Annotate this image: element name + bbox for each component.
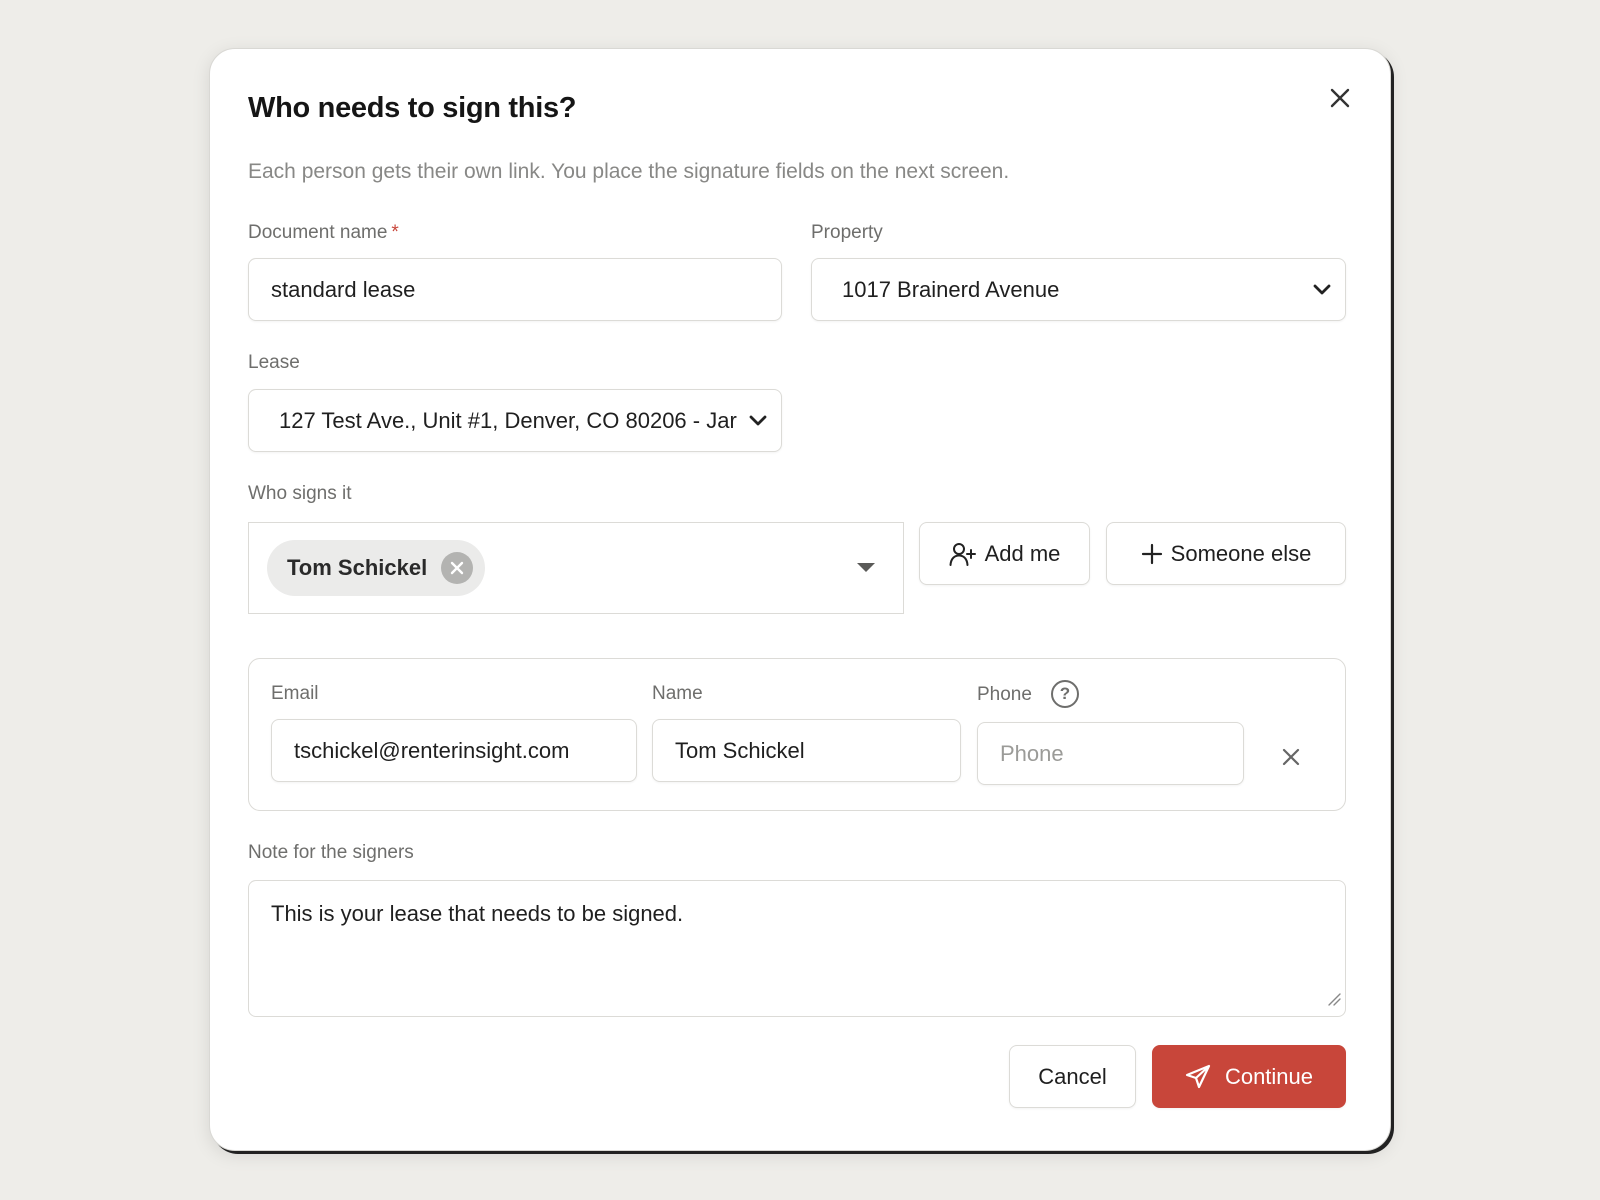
document-name-label: Document name * [248,222,399,244]
required-mark: * [391,222,399,243]
name-value: Tom Schickel [675,737,805,763]
add-me-label: Add me [984,540,1061,566]
email-input[interactable]: tschickel@renterinsight.com [271,719,637,782]
resize-handle-icon[interactable] [1327,986,1341,1012]
someone-else-button[interactable]: Someone else [1106,522,1346,585]
note-textarea[interactable]: This is your lease that needs to be sign… [248,880,1346,1017]
property-selected-value: 1017 Brainerd Avenue [842,276,1060,302]
remove-signer-row-button[interactable] [1276,742,1306,772]
signer-chip-label: Tom Schickel [287,555,428,580]
continue-label: Continue [1224,1063,1314,1089]
user-plus-icon [949,541,977,567]
property-select[interactable]: 1017 Brainerd Avenue [811,258,1346,321]
note-label: Note for the signers [248,842,414,863]
close-icon [1330,88,1350,108]
chevron-down-icon [749,415,767,427]
dialog-title: Who needs to sign this? [248,92,577,124]
name-input[interactable]: Tom Schickel [652,719,961,782]
question-circle-icon[interactable]: ? [1051,680,1079,708]
chevron-down-icon [1313,284,1331,296]
dialog-subtitle: Each person gets their own link. You pla… [248,160,1010,183]
add-me-button[interactable]: Add me [919,522,1090,585]
email-label: Email [271,683,319,704]
lease-select[interactable]: 127 Test Ave., Unit #1, Denver, CO 80206… [248,389,782,452]
close-icon [1282,748,1300,766]
note-value: This is your lease that needs to be sign… [271,901,684,926]
signer-chip: Tom Schickel [267,540,486,596]
who-signs-label: Who signs it [248,483,352,504]
email-value: tschickel@renterinsight.com [294,737,570,763]
name-label: Name [652,683,703,704]
dropdown-caret-icon[interactable] [857,563,875,572]
document-name-input[interactable]: standard lease [248,258,782,321]
close-button[interactable] [1322,80,1358,116]
lease-selected-value: 127 Test Ave., Unit #1, Denver, CO 80206… [279,407,737,433]
document-name-value: standard lease [271,276,416,302]
phone-label: Phone [977,684,1032,705]
document-name-label-text: Document name [248,222,388,243]
lease-label: Lease [248,352,300,373]
phone-input[interactable]: Phone [977,722,1244,785]
cancel-label: Cancel [1038,1063,1107,1089]
signer-multiselect[interactable]: Tom Schickel [248,522,904,614]
phone-placeholder: Phone [1000,740,1064,766]
plus-icon [1141,543,1163,565]
remove-signer-button[interactable] [441,552,474,584]
remove-circle-icon [451,561,464,575]
cancel-button[interactable]: Cancel [1009,1045,1136,1108]
continue-button[interactable]: Continue [1152,1045,1346,1108]
send-icon [1185,1064,1211,1090]
someone-else-label: Someone else [1170,540,1312,566]
property-label: Property [811,222,883,243]
